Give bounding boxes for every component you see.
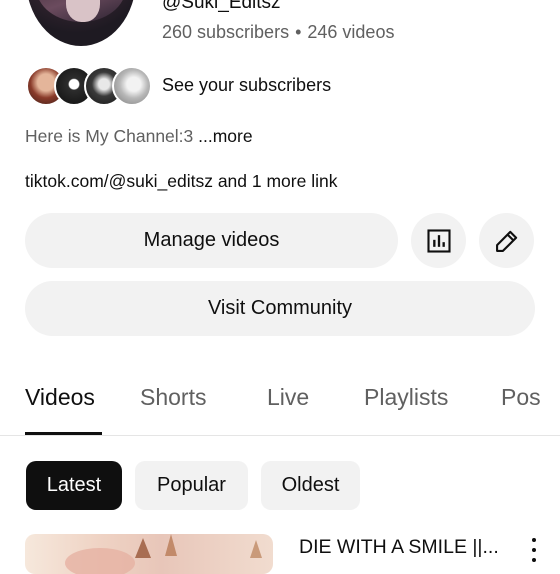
description-text: Here is My Channel:3 <box>25 126 194 146</box>
tab-live[interactable]: Live <box>267 384 309 411</box>
thumbnail-artwork <box>65 548 135 574</box>
chip-latest[interactable]: Latest <box>26 461 122 510</box>
menu-dot <box>532 558 536 562</box>
description-more-link[interactable]: ...more <box>193 126 252 146</box>
channel-tabs: Videos Shorts Live Playlists Pos <box>0 374 560 436</box>
subscriber-count: 260 subscribers <box>162 22 290 42</box>
thumbnail-artwork <box>165 534 177 556</box>
tab-videos[interactable]: Videos <box>25 384 95 411</box>
analytics-icon <box>426 228 451 253</box>
thumbnail-artwork <box>250 540 262 558</box>
menu-dot <box>532 548 536 552</box>
video-title[interactable]: DIE WITH A SMILE ||... <box>299 536 499 559</box>
pencil-icon <box>495 230 517 252</box>
thumbnail-artwork <box>135 538 151 558</box>
channel-links[interactable]: tiktok.com/@suki_editsz and 1 more link <box>25 171 337 192</box>
tab-posts[interactable]: Pos <box>501 384 541 411</box>
subscriber-avatar <box>112 66 152 106</box>
channel-stats: 260 subscribers • 246 videos <box>162 22 394 43</box>
analytics-button[interactable] <box>411 213 466 268</box>
see-subscribers-link[interactable]: See your subscribers <box>162 75 331 96</box>
manage-videos-button[interactable]: Manage videos <box>25 213 398 268</box>
edit-channel-button[interactable] <box>479 213 534 268</box>
tab-shorts[interactable]: Shorts <box>140 384 206 411</box>
channel-handle: @Suki_Editsz <box>162 0 281 13</box>
tabs-divider <box>0 435 560 436</box>
visit-community-button[interactable]: Visit Community <box>25 281 535 336</box>
chip-popular[interactable]: Popular <box>135 461 248 510</box>
more-vert-icon[interactable] <box>527 538 541 562</box>
channel-avatar[interactable] <box>26 0 136 46</box>
video-count: 246 videos <box>307 22 395 42</box>
menu-dot <box>532 538 536 542</box>
stats-separator: • <box>295 22 302 42</box>
tab-playlists[interactable]: Playlists <box>364 384 448 411</box>
subscriber-avatars[interactable] <box>26 66 152 106</box>
chip-oldest[interactable]: Oldest <box>261 461 360 510</box>
video-thumbnail[interactable] <box>25 534 273 574</box>
channel-description[interactable]: Here is My Channel:3 ...more <box>25 126 253 147</box>
